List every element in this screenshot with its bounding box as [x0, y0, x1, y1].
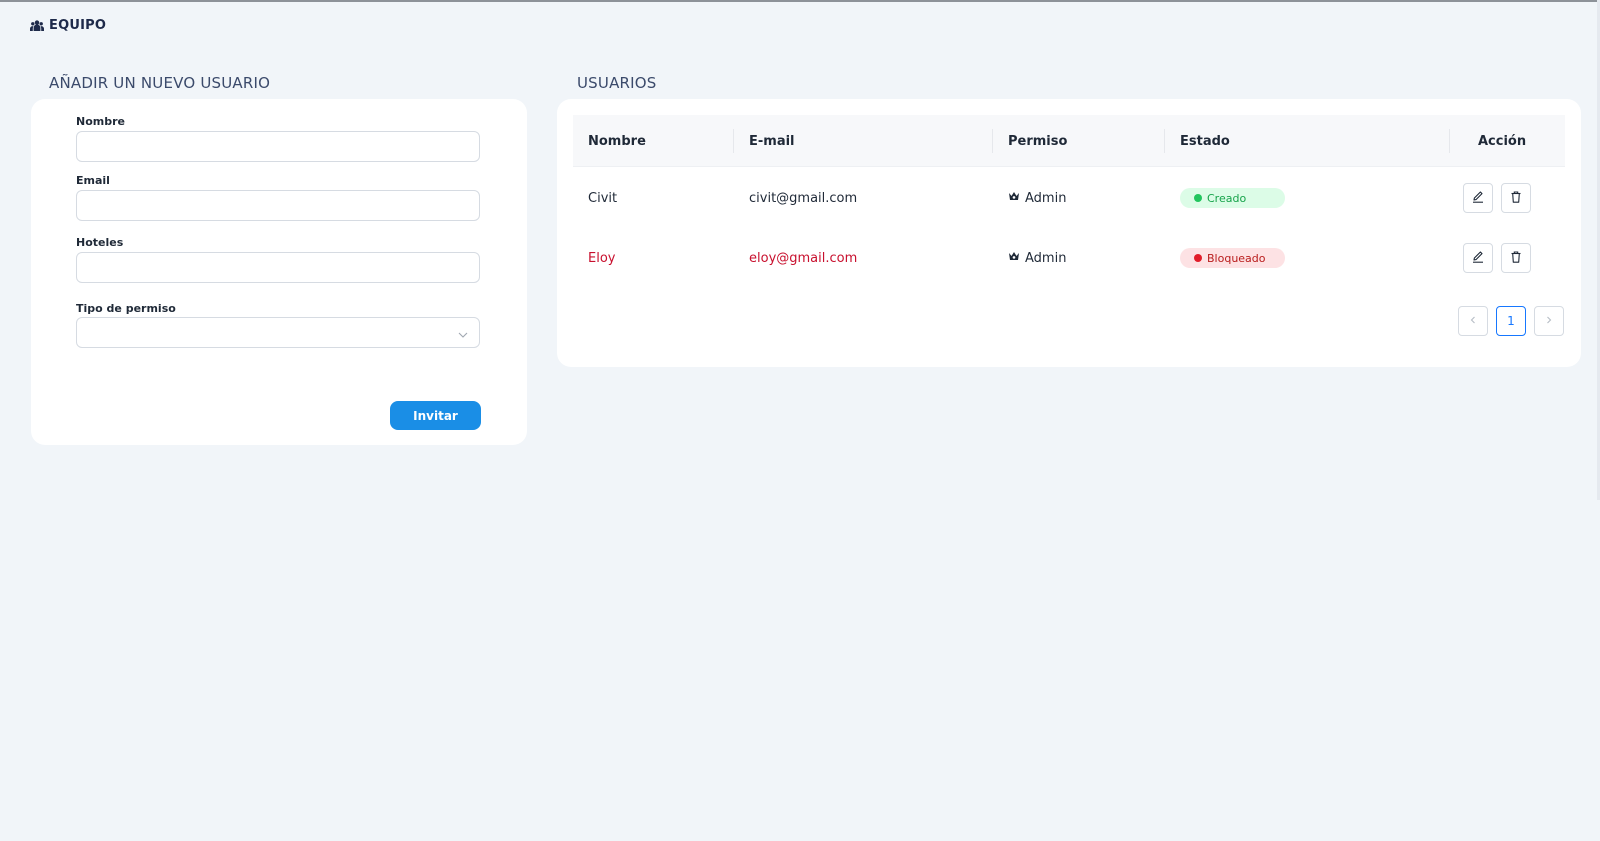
- add-user-card: Nombre Email Hoteles Tipo de permiso Inv…: [31, 99, 527, 445]
- team-icon: [30, 19, 44, 32]
- user-name: Eloy: [588, 250, 616, 266]
- user-permission: Admin: [1008, 168, 1066, 228]
- permission-label: Admin: [1025, 190, 1067, 206]
- edit-icon: [1471, 249, 1485, 268]
- chevron-right-icon: [1544, 314, 1554, 328]
- delete-button[interactable]: [1501, 183, 1531, 213]
- column-header-name: Nombre: [588, 133, 646, 149]
- table-row: Civit civit@gmail.com Admin Creado: [573, 168, 1565, 228]
- column-divider: [1164, 129, 1165, 153]
- permission-type-label: Tipo de permiso: [76, 302, 176, 315]
- user-status: Bloqueado: [1180, 228, 1285, 288]
- user-permission: Admin: [1008, 228, 1066, 288]
- column-header-action: Acción: [1478, 133, 1527, 149]
- add-user-section-title: AÑADIR UN NUEVO USUARIO: [49, 74, 271, 92]
- page-header: EQUIPO: [30, 18, 106, 33]
- pagination-prev-button[interactable]: [1458, 306, 1488, 336]
- users-card: Nombre E-mail Permiso Estado Acción Civi…: [557, 99, 1581, 367]
- chevron-left-icon: [1468, 314, 1478, 328]
- column-header-permission: Permiso: [1008, 133, 1068, 149]
- status-label: Bloqueado: [1207, 251, 1266, 265]
- status-label: Creado: [1207, 191, 1247, 205]
- user-email: civit@gmail.com: [749, 190, 858, 206]
- delete-button[interactable]: [1501, 243, 1531, 273]
- column-divider: [1449, 129, 1450, 153]
- hotels-field[interactable]: [76, 252, 480, 283]
- users-table-header: Nombre E-mail Permiso Estado Acción: [573, 115, 1565, 167]
- crown-icon: [1008, 251, 1020, 266]
- team-page: EQUIPO AÑADIR UN NUEVO USUARIO USUARIOS …: [0, 0, 1600, 841]
- edit-button[interactable]: [1463, 183, 1493, 213]
- crown-icon: [1008, 191, 1020, 206]
- name-field[interactable]: [76, 131, 480, 162]
- permission-label: Admin: [1025, 250, 1067, 266]
- column-header-status: Estado: [1180, 133, 1230, 149]
- column-divider: [733, 129, 734, 153]
- user-name: Civit: [588, 190, 618, 206]
- name-field-label: Nombre: [76, 115, 125, 128]
- permission-type-select[interactable]: [76, 317, 480, 348]
- pagination-next-button[interactable]: [1534, 306, 1564, 336]
- trash-icon: [1509, 249, 1523, 268]
- window-top-border: [0, 0, 1600, 2]
- email-field[interactable]: [76, 190, 480, 221]
- table-row: Eloy eloy@gmail.com Admin Bloqueado: [573, 228, 1565, 288]
- invite-button[interactable]: Invitar: [390, 401, 481, 430]
- status-badge: Creado: [1180, 188, 1285, 208]
- column-divider: [992, 129, 993, 153]
- status-dot: [1194, 194, 1202, 202]
- email-field-label: Email: [76, 174, 110, 187]
- users-section-title: USUARIOS: [577, 74, 657, 92]
- edit-button[interactable]: [1463, 243, 1493, 273]
- status-badge: Bloqueado: [1180, 248, 1285, 268]
- page-title: EQUIPO: [49, 18, 107, 33]
- pagination-page-button[interactable]: 1: [1496, 306, 1526, 336]
- chevron-down-icon: [457, 326, 469, 345]
- trash-icon: [1509, 189, 1523, 208]
- edit-icon: [1471, 189, 1485, 208]
- user-status: Creado: [1180, 168, 1285, 228]
- user-email: eloy@gmail.com: [749, 250, 858, 266]
- column-header-email: E-mail: [749, 133, 795, 149]
- hotels-field-label: Hoteles: [76, 236, 124, 249]
- status-dot: [1194, 254, 1202, 262]
